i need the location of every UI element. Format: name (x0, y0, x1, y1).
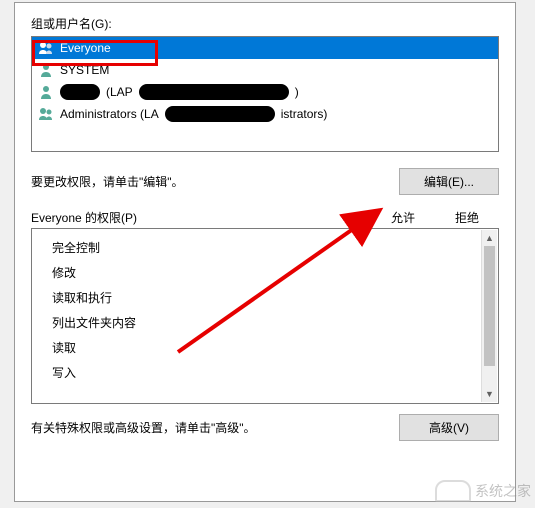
permissions-for-label: Everyone 的权限(P) (31, 209, 371, 226)
scroll-up-arrow-icon[interactable]: ▲ (482, 230, 497, 246)
permission-item: 列出文件夹内容 (32, 310, 498, 335)
user-row-everyone[interactable]: Everyone (32, 37, 498, 59)
user-row-system[interactable]: SYSTEM (32, 59, 498, 81)
permission-item: 完全控制 (32, 235, 498, 260)
redacted-text (139, 84, 289, 100)
redacted-text (60, 84, 100, 100)
scrollbar-thumb[interactable] (484, 246, 495, 366)
edit-button[interactable]: 编辑(E)... (399, 168, 499, 195)
watermark-text: 系统之家 (475, 481, 531, 501)
watermark: 系统之家 (435, 480, 531, 502)
watermark-logo-icon (435, 480, 471, 502)
user-name: SYSTEM (60, 63, 109, 77)
permissions-list[interactable]: 完全控制 修改 读取和执行 列出文件夹内容 读取 写入 ▲ ▼ (31, 228, 499, 404)
groups-users-label: 组或用户名(G): (31, 15, 499, 32)
edit-hint-text: 要更改权限，请单击"编辑"。 (31, 173, 184, 190)
advanced-button[interactable]: 高级(V) (399, 414, 499, 441)
permission-item: 写入 (32, 360, 498, 385)
user-name-tail: ) (295, 85, 299, 99)
scrollbar[interactable]: ▲ ▼ (481, 230, 497, 402)
user-row-redacted-1[interactable]: (LAP ) (32, 81, 498, 103)
scroll-down-arrow-icon[interactable]: ▼ (482, 386, 497, 402)
user-icon (38, 62, 54, 78)
user-name-tail: istrators) (281, 107, 328, 121)
advanced-hint-text: 有关特殊权限或高级设置，请单击"高级"。 (31, 419, 256, 436)
allow-column-header: 允许 (371, 209, 435, 226)
user-name: (LAP (106, 85, 133, 99)
user-icon (38, 84, 54, 100)
permission-item: 读取和执行 (32, 285, 498, 310)
user-name: Administrators (LA (60, 107, 159, 121)
deny-column-header: 拒绝 (435, 209, 499, 226)
user-name: Everyone (60, 41, 111, 55)
user-row-administrators[interactable]: Administrators (LA istrators) (32, 103, 498, 125)
permission-item: 读取 (32, 335, 498, 360)
permission-item: 修改 (32, 260, 498, 285)
redacted-text (165, 106, 275, 122)
users-icon (38, 106, 54, 122)
security-panel: 组或用户名(G): Everyone SYSTEM (LAP ) Adminis… (14, 2, 516, 502)
user-list[interactable]: Everyone SYSTEM (LAP ) Administrators (L… (31, 36, 499, 152)
users-icon (38, 40, 54, 56)
